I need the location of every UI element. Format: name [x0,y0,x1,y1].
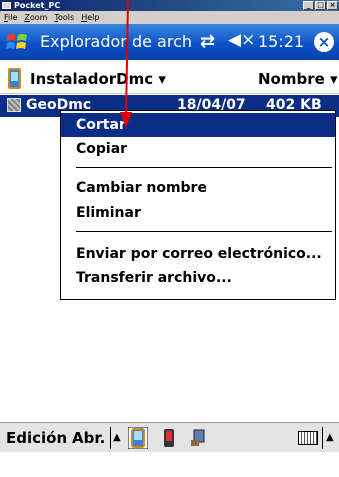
bottom-menu-bar: Edición Abr. ▲ ▲ [0,422,339,452]
start-flag-icon[interactable] [6,30,30,54]
volume-icon[interactable]: ◀× [228,30,255,50]
clock-time[interactable]: 15:21 [258,32,304,51]
menu-item-cambiar-nombre[interactable]: Cambiar nombre [61,176,335,200]
edit-menu[interactable]: Edición [6,429,67,447]
folder-name: InstaladorDmc [30,70,154,88]
sync-icon[interactable]: ⇄ [200,31,215,52]
close-icon[interactable]: × [314,32,334,52]
navigation-bar: Explorador de arch ⇄ ◀× 15:21 × [0,24,339,60]
device-selected-icon[interactable] [128,427,148,449]
storage-card-icon[interactable] [161,428,177,448]
emulator-title: Pocket_PC [14,1,61,10]
menu-item-cortar[interactable]: Cortar [61,113,335,137]
app-icon [2,2,11,9]
open-menu[interactable]: Abr. [72,429,105,447]
folder-header: InstaladorDmc ▾ Nombre ▾ [0,64,339,94]
menu-zoom[interactable]: Zoom [24,11,47,24]
up-arrow-icon[interactable]: ▲ [326,432,336,444]
emulator-menu-bar: File Zoom Tools Help [0,11,339,24]
menu-item-transferir[interactable]: Transferir archivo... [61,266,335,290]
context-menu: Cortar Copiar Cambiar nombre Eliminar En… [60,110,336,300]
menu-item-copiar[interactable]: Copiar [61,137,335,161]
window-controls: _ □ × [303,1,338,10]
emulator-title-bar: Pocket_PC _ □ × [0,0,339,11]
menubar-separator [322,427,323,449]
close-window-button[interactable]: × [327,1,338,10]
sort-dropdown[interactable]: Nombre ▾ [258,70,338,88]
menu-separator [76,167,332,168]
folder-dropdown[interactable]: InstaladorDmc ▾ [30,70,166,88]
app-title: Explorador de arch [40,32,193,51]
chevron-down-icon: ▾ [330,70,338,88]
sort-label: Nombre [258,70,325,88]
menubar-separator [110,427,111,449]
maximize-button[interactable]: □ [315,1,326,10]
network-icon[interactable] [190,428,206,448]
menu-file[interactable]: File [4,11,17,24]
device-icon [8,68,21,89]
menu-help[interactable]: Help [81,11,99,24]
minimize-button[interactable]: _ [303,1,314,10]
menu-separator [76,231,332,232]
menu-tools[interactable]: Tools [54,11,74,24]
chevron-down-icon: ▾ [158,70,166,88]
keyboard-icon[interactable] [298,431,318,445]
menu-item-eliminar[interactable]: Eliminar [61,201,335,225]
file-icon [7,98,21,112]
up-arrow-icon[interactable]: ▲ [113,432,123,444]
menu-item-enviar-correo[interactable]: Enviar por correo electrónico... [61,242,335,266]
